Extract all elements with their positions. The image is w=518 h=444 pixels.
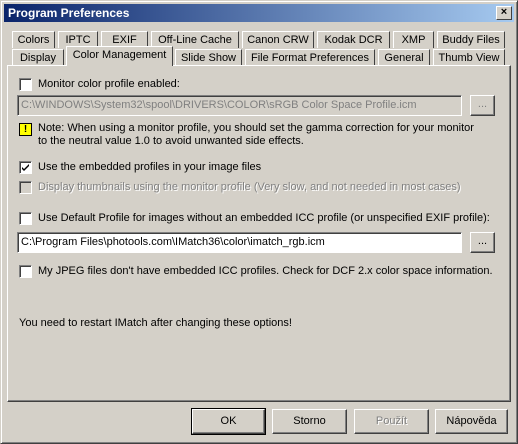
embedded-profiles-checkbox[interactable]	[19, 161, 32, 174]
thumbnails-monitor-profile-label: Display thumbnails using the monitor pro…	[38, 181, 461, 193]
checkmark-icon	[22, 164, 29, 171]
monitor-profile-path-field[interactable]: C:\WINDOWS\System32\spool\DRIVERS\COLOR\…	[17, 95, 462, 116]
monitor-profile-checkbox[interactable]	[19, 78, 32, 91]
default-profile-checkbox[interactable]	[19, 212, 32, 225]
thumbnails-monitor-profile-checkbox[interactable]	[19, 181, 32, 194]
default-profile-path-field[interactable]: C:\Program Files\photools.com\IMatch36\c…	[17, 232, 462, 253]
note-line-1: Note: When using a monitor profile, you …	[38, 122, 474, 134]
jpeg-dcf-checkbox[interactable]	[19, 265, 32, 278]
default-profile-label: Use Default Profile for images without a…	[38, 212, 490, 224]
default-profile-browse-button[interactable]: ...	[470, 232, 495, 253]
jpeg-dcf-label: My JPEG files don't have embedded ICC pr…	[38, 265, 493, 277]
embedded-profiles-label: Use the embedded profiles in your image …	[38, 161, 262, 173]
restart-note: You need to restart IMatch after changin…	[19, 317, 292, 329]
monitor-profile-browse-button[interactable]: ...	[470, 95, 495, 116]
note-line-2: to the neutral value 1.0 to avoid unwant…	[38, 135, 304, 147]
warning-icon: !	[19, 123, 32, 136]
monitor-profile-label: Monitor color profile enabled:	[38, 78, 180, 90]
